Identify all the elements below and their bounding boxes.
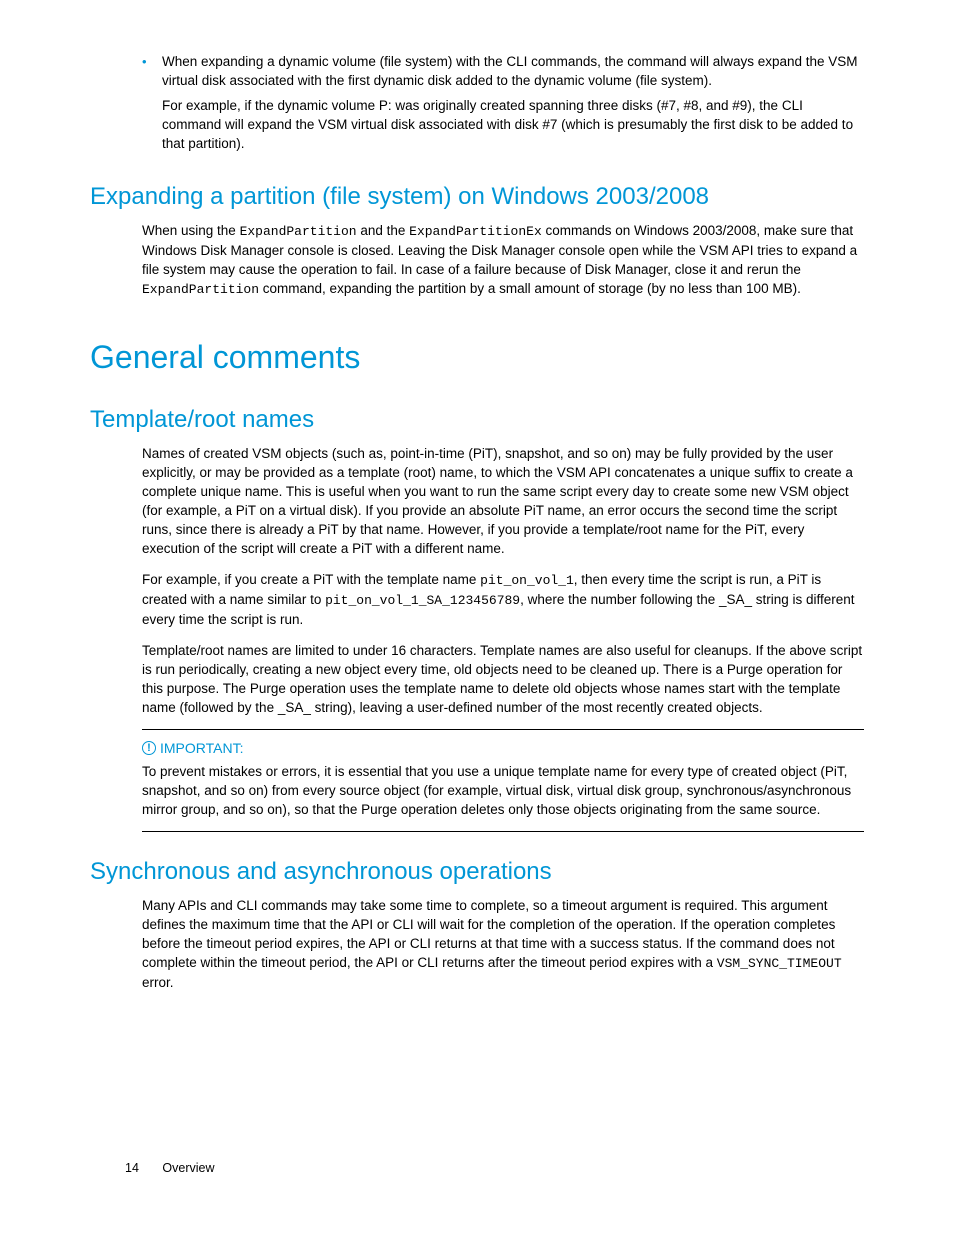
paragraph-template-3: Template/root names are limited to under…: [142, 641, 864, 717]
text: Names of created VSM objects (such as, p…: [142, 444, 864, 558]
page: • When expanding a dynamic volume (file …: [0, 0, 954, 1235]
text: command, expanding the partition by a sm…: [259, 281, 801, 296]
page-footer: 14 Overview: [125, 1161, 214, 1175]
bullet-block: • When expanding a dynamic volume (file …: [142, 52, 864, 153]
paragraph-template-1: Names of created VSM objects (such as, p…: [142, 444, 864, 717]
footer-section: Overview: [162, 1161, 214, 1175]
bullet-text: When expanding a dynamic volume (file sy…: [162, 52, 864, 90]
code: pit_on_vol_1: [480, 573, 574, 588]
bullet-sub-paragraph: For example, if the dynamic volume P: wa…: [162, 96, 864, 153]
text: and the: [357, 223, 410, 238]
paragraph-template-2: For example, if you create a PiT with th…: [142, 570, 864, 629]
paragraph-sync: Many APIs and CLI commands may take some…: [142, 896, 864, 992]
heading-general-comments: General comments: [90, 339, 864, 376]
page-number: 14: [125, 1161, 139, 1175]
code: ExpandPartition: [142, 282, 259, 297]
text: error.: [142, 975, 174, 990]
code: VSM_SYNC_TIMEOUT: [717, 956, 842, 971]
important-icon: !: [142, 741, 156, 755]
code: ExpandPartition: [240, 224, 357, 239]
code: pit_on_vol_1_SA_123456789: [325, 593, 520, 608]
text: For example, if you create a PiT with th…: [142, 572, 480, 587]
important-header: ! IMPORTANT:: [142, 740, 864, 756]
heading-template-root-names: Template/root names: [90, 406, 864, 434]
divider: [142, 831, 864, 832]
text: When using the: [142, 223, 240, 238]
important-text: To prevent mistakes or errors, it is ess…: [142, 762, 864, 819]
bullet-item: • When expanding a dynamic volume (file …: [142, 52, 864, 90]
heading-expanding-partition: Expanding a partition (file system) on W…: [90, 183, 864, 211]
code: ExpandPartitionEx: [409, 224, 542, 239]
paragraph-expanding: When using the ExpandPartition and the E…: [142, 221, 864, 299]
divider: [142, 729, 864, 730]
bullet-icon: •: [142, 52, 162, 90]
important-label: IMPORTANT:: [160, 740, 244, 756]
heading-sync-async: Synchronous and asynchronous operations: [90, 858, 864, 886]
